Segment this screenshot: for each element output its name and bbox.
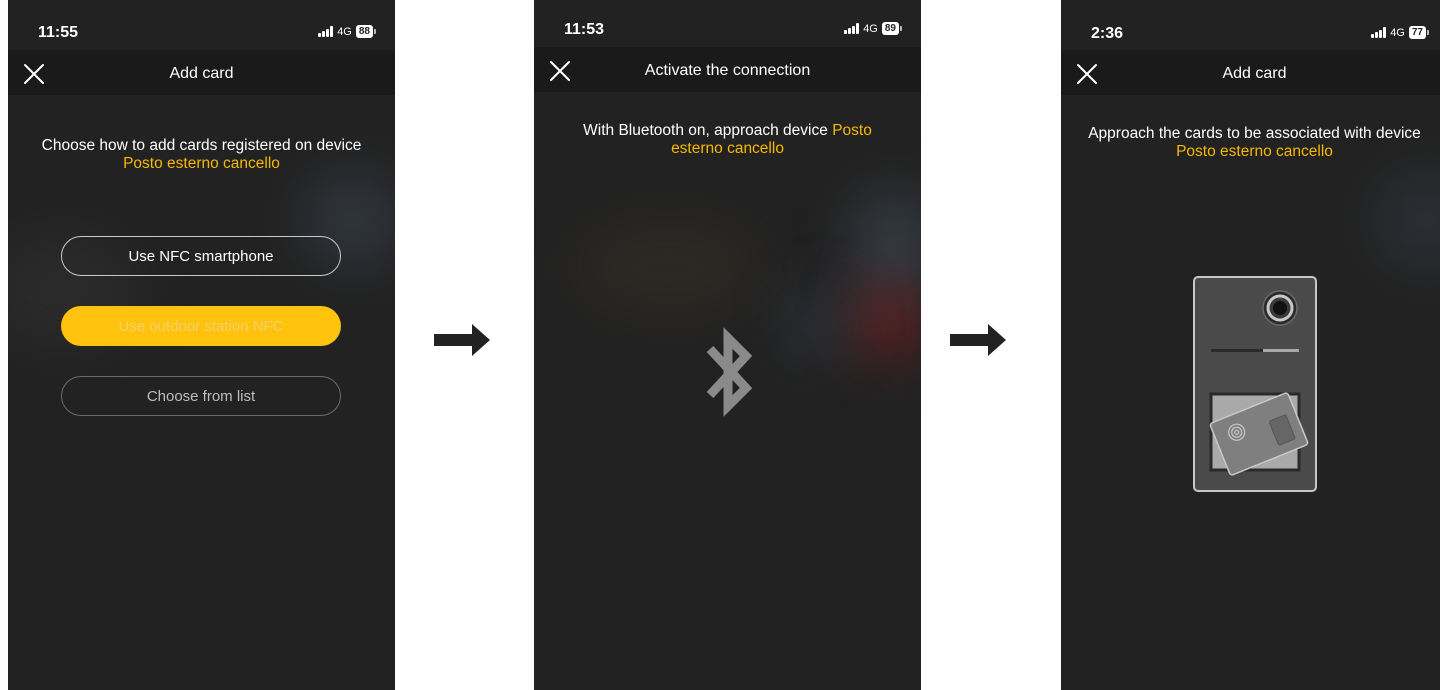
status-time: 2:36 bbox=[1091, 25, 1124, 42]
use-outdoor-station-nfc-button[interactable]: Use outdoor station NFC bbox=[61, 306, 341, 346]
instruction-line: Choose how to add cards registered on de… bbox=[41, 137, 362, 154]
device-name: Posto esterno cancello bbox=[1176, 142, 1333, 160]
arrow-right-icon bbox=[950, 324, 1006, 356]
background-blur bbox=[789, 292, 849, 352]
status-indicators: 4G 89 bbox=[844, 22, 903, 35]
content-area: Approach the cards to be associated with… bbox=[1061, 95, 1440, 690]
instruction-line-text: With Bluetooth on, approach device bbox=[583, 122, 828, 139]
status-bar: 11:55 4G 88 bbox=[8, 0, 395, 48]
instruction-text: With Bluetooth on, approach device Posto… bbox=[534, 122, 921, 158]
screen-add-card-method: 11:55 4G 88 Add card Choose how to add c… bbox=[8, 0, 395, 690]
background-blur bbox=[854, 287, 921, 357]
screen-approach-cards: 2:36 4G 77 Add card Approach the cards t… bbox=[1061, 0, 1440, 690]
status-time: 11:55 bbox=[38, 24, 79, 41]
status-indicators: 4G 77 bbox=[1371, 26, 1430, 39]
network-type: 4G bbox=[863, 22, 878, 35]
battery-icon: 88 bbox=[355, 25, 377, 38]
signal-icon bbox=[318, 26, 334, 37]
arrow-right-icon bbox=[434, 324, 490, 356]
status-indicators: 4G 88 bbox=[318, 25, 377, 38]
background-blur bbox=[854, 192, 921, 302]
battery-icon: 77 bbox=[1408, 26, 1430, 39]
content-area: Choose how to add cards registered on de… bbox=[8, 95, 395, 690]
instruction-line: Approach the cards to be associated with… bbox=[1088, 125, 1421, 142]
page-title: Add card bbox=[1222, 65, 1287, 82]
signal-icon bbox=[1371, 27, 1387, 38]
instruction-text: Approach the cards to be associated with… bbox=[1061, 125, 1440, 161]
status-bar: 2:36 4G 77 bbox=[1061, 0, 1440, 48]
instruction-text: Choose how to add cards registered on de… bbox=[8, 137, 395, 173]
background-blur bbox=[574, 222, 764, 312]
instruction-line: With Bluetooth on, approach device Posto bbox=[534, 122, 921, 140]
nav-bar: Add card bbox=[8, 50, 395, 95]
device-name-part: esterno cancello bbox=[671, 139, 784, 157]
nav-bar: Add card bbox=[1061, 50, 1440, 95]
status-time: 11:53 bbox=[564, 21, 605, 38]
battery-icon: 89 bbox=[881, 22, 903, 35]
network-type: 4G bbox=[1390, 26, 1405, 39]
use-nfc-smartphone-button[interactable]: Use NFC smartphone bbox=[61, 236, 341, 276]
content-area: With Bluetooth on, approach device Posto… bbox=[534, 92, 921, 690]
screen-activate-connection: 11:53 4G 89 Activate the connection With… bbox=[534, 0, 921, 690]
bluetooth-icon bbox=[706, 327, 753, 417]
outdoor-station-illustration bbox=[1193, 276, 1317, 492]
signal-icon bbox=[844, 23, 860, 34]
nav-bar: Activate the connection bbox=[534, 47, 921, 92]
choose-from-list-button[interactable]: Choose from list bbox=[61, 376, 341, 416]
network-type: 4G bbox=[337, 25, 352, 38]
page-title: Activate the connection bbox=[644, 62, 811, 79]
device-name-part: Posto bbox=[832, 122, 872, 139]
background-blur bbox=[1381, 175, 1440, 265]
device-name: Posto esterno cancello bbox=[123, 154, 280, 172]
page-title: Add card bbox=[169, 65, 234, 82]
status-bar: 11:53 4G 89 bbox=[534, 0, 921, 48]
